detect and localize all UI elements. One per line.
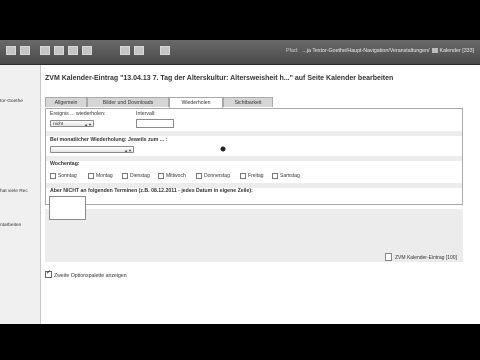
weekday-montag-label: Montag [96, 173, 113, 179]
tab-wiederholen[interactable]: Wiederholen [169, 97, 223, 108]
checkbox-samstag[interactable] [272, 173, 278, 179]
monthly-label: Bei monatlicher Wiederholung: Jeweils zu… [50, 137, 168, 143]
monthly-select[interactable]: ▲▼ [50, 146, 134, 153]
save-view-icon[interactable] [40, 46, 50, 55]
breadcrumb-id: [333] [462, 48, 474, 54]
repeat-label: Ereignis ... wiederholen: [50, 111, 106, 117]
save-icon[interactable] [20, 46, 30, 55]
chevron-down-icon: ▲▼ [84, 122, 92, 127]
save-list-icon[interactable] [82, 46, 92, 55]
breadcrumb-current[interactable]: Kalender [440, 48, 461, 54]
checkbox-freitag[interactable] [240, 173, 246, 179]
weekday-donnerstag-label: Donnerstag [204, 173, 230, 179]
tab-bilder-downloads[interactable]: Bilder und Downloads [87, 97, 169, 107]
main-content: ZVM Kalender-Eintrag "13.04.13 7. Tag de… [41, 65, 480, 324]
save-new-icon[interactable] [54, 46, 64, 55]
exclude-label: Aber NICHT an folgenden Terminen (z.B. 0… [50, 188, 253, 194]
repeat-select[interactable]: nicht ▲▼ [50, 120, 94, 127]
screen: Pfad: ...ja Textor-Goethe/Haupt-Navigatio… [0, 40, 480, 324]
sidebar-item[interactable]: hat viele Rec [0, 189, 28, 194]
sidebar: tor-Goethe hat viele Rec ntarbeiten [0, 65, 41, 324]
help-icon[interactable] [160, 46, 170, 55]
repeat-panel: Ereignis ... wiederholen: Intervall: nic… [45, 108, 463, 205]
document-icon [385, 253, 392, 261]
weekday-mittwoch-label: Mittwoch [166, 173, 186, 179]
breadcrumb-path[interactable]: ...ja Textor-Goethe/Haupt-Navigation/Ver… [302, 48, 429, 54]
wizard-link-label: ZVM Kalender-Eintrag [100] [395, 255, 457, 261]
second-options-label: Zweite Optionspalette anzeigen [54, 273, 127, 279]
breadcrumb-label: Pfad: [286, 48, 299, 54]
checkbox-montag[interactable] [88, 173, 94, 179]
sidebar-item[interactable]: ntarbeiten [0, 223, 21, 228]
close-icon[interactable] [6, 46, 16, 55]
breadcrumb: Pfad: ...ja Textor-Goethe/Haupt-Navigatio… [286, 48, 474, 54]
wizard-link[interactable]: ZVM Kalender-Eintrag [100] [385, 253, 457, 261]
toolbar: Pfad: ...ja Textor-Goethe/Haupt-Navigatio… [0, 40, 480, 65]
checkbox-dienstag[interactable] [122, 173, 128, 179]
weekday-dienstag-label: Dienstag [130, 173, 150, 179]
repeat-select-value: nicht [53, 122, 64, 127]
weekday-freitag-label: Freitag [248, 173, 264, 179]
second-options-checkbox[interactable] [45, 269, 52, 278]
weekday-label: Wochentag: [50, 161, 80, 167]
chevron-down-icon: ▲▼ [124, 148, 132, 153]
checkbox-donnerstag[interactable] [196, 173, 202, 179]
checkbox-sonntag[interactable] [50, 173, 56, 179]
save-close-icon[interactable] [68, 46, 78, 55]
interval-label: Intervall: [136, 111, 156, 117]
exclude-dates-textarea[interactable] [49, 196, 86, 220]
calendar-icon [431, 48, 438, 53]
divider [46, 156, 462, 161]
delete-icon[interactable] [120, 46, 130, 55]
second-options-toggle[interactable]: Zweite Optionspalette anzeigen [45, 269, 127, 279]
tab-sichtbarkeit[interactable]: Sichtbarkeit [223, 97, 273, 107]
sidebar-item[interactable]: tor-Goethe [0, 99, 23, 104]
cursor-icon [219, 145, 227, 153]
checkbox-mittwoch[interactable] [158, 173, 164, 179]
divider [46, 131, 462, 136]
interval-input[interactable] [136, 119, 174, 128]
page-title: ZVM Kalender-Eintrag "13.04.13 7. Tag de… [45, 75, 394, 82]
tab-allgemein[interactable]: Allgemein [45, 97, 87, 107]
history-icon[interactable] [134, 46, 144, 55]
weekday-samstag-label: Samstag [280, 173, 300, 179]
weekday-sonntag-label: Sonntag [58, 173, 77, 179]
